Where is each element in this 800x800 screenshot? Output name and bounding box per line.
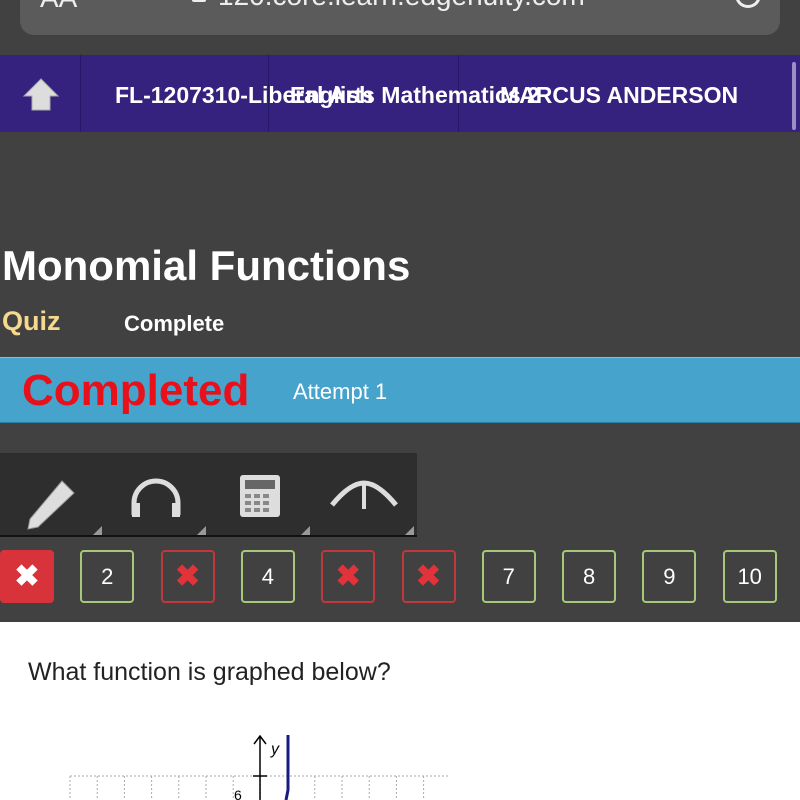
activity-type: Quiz — [2, 306, 61, 336]
headphones-icon — [131, 478, 181, 517]
pencil-icon — [27, 480, 75, 530]
question-10-button[interactable]: 10 — [722, 550, 777, 603]
url-text[interactable]: 120.core.learn.edgenuity.com — [218, 0, 585, 12]
pencil-tool-button[interactable] — [0, 453, 104, 537]
question-6-button[interactable]: ✖ — [401, 550, 456, 603]
y-axis-label: y — [270, 741, 280, 758]
address-bar[interactable]: AA 120.core.learn.edgenuity.com — [20, 0, 780, 35]
calculator-icon — [240, 475, 280, 517]
user-name[interactable]: MARCUS ANDERSON — [500, 82, 738, 109]
home-icon — [22, 78, 60, 111]
question-1-button[interactable]: ✖ — [0, 550, 54, 603]
top-nav: FL-1207310-Liberal Arts Mathematics 2 En… — [0, 55, 800, 132]
question-4-button[interactable]: 4 — [240, 550, 295, 603]
page-title: Monomial Functions — [2, 242, 411, 289]
question-8-button[interactable]: 8 — [562, 550, 617, 603]
status-banner: Completed Attempt 1 — [0, 357, 800, 423]
audio-tool-button[interactable] — [104, 453, 208, 537]
y-tick-label: 6 — [234, 787, 242, 800]
lock-icon — [192, 0, 206, 2]
question-5-button[interactable]: ✖ — [321, 550, 376, 603]
home-button[interactable] — [0, 55, 81, 132]
toolbar — [0, 453, 417, 537]
subject-link[interactable]: English — [290, 82, 373, 109]
text-size-button[interactable]: AA — [40, 0, 77, 14]
function-curve — [284, 735, 290, 800]
question-panel: What function is graphed below? y 6 — [0, 622, 800, 800]
question-3-button[interactable]: ✖ — [160, 550, 215, 603]
function-graph: y 6 — [69, 734, 450, 800]
reference-icon — [330, 480, 398, 509]
scrollbar[interactable] — [792, 62, 796, 130]
completed-label: Completed — [22, 366, 250, 415]
question-7-button[interactable]: 7 — [481, 550, 536, 603]
reload-icon[interactable] — [735, 0, 761, 8]
question-9-button[interactable]: 9 — [642, 550, 697, 603]
reference-tool-button[interactable] — [312, 453, 416, 537]
question-2-button[interactable]: 2 — [80, 550, 135, 603]
activity-status: Complete — [124, 311, 225, 336]
attempt-label: Attempt 1 — [293, 379, 388, 404]
calculator-tool-button[interactable] — [208, 453, 312, 537]
